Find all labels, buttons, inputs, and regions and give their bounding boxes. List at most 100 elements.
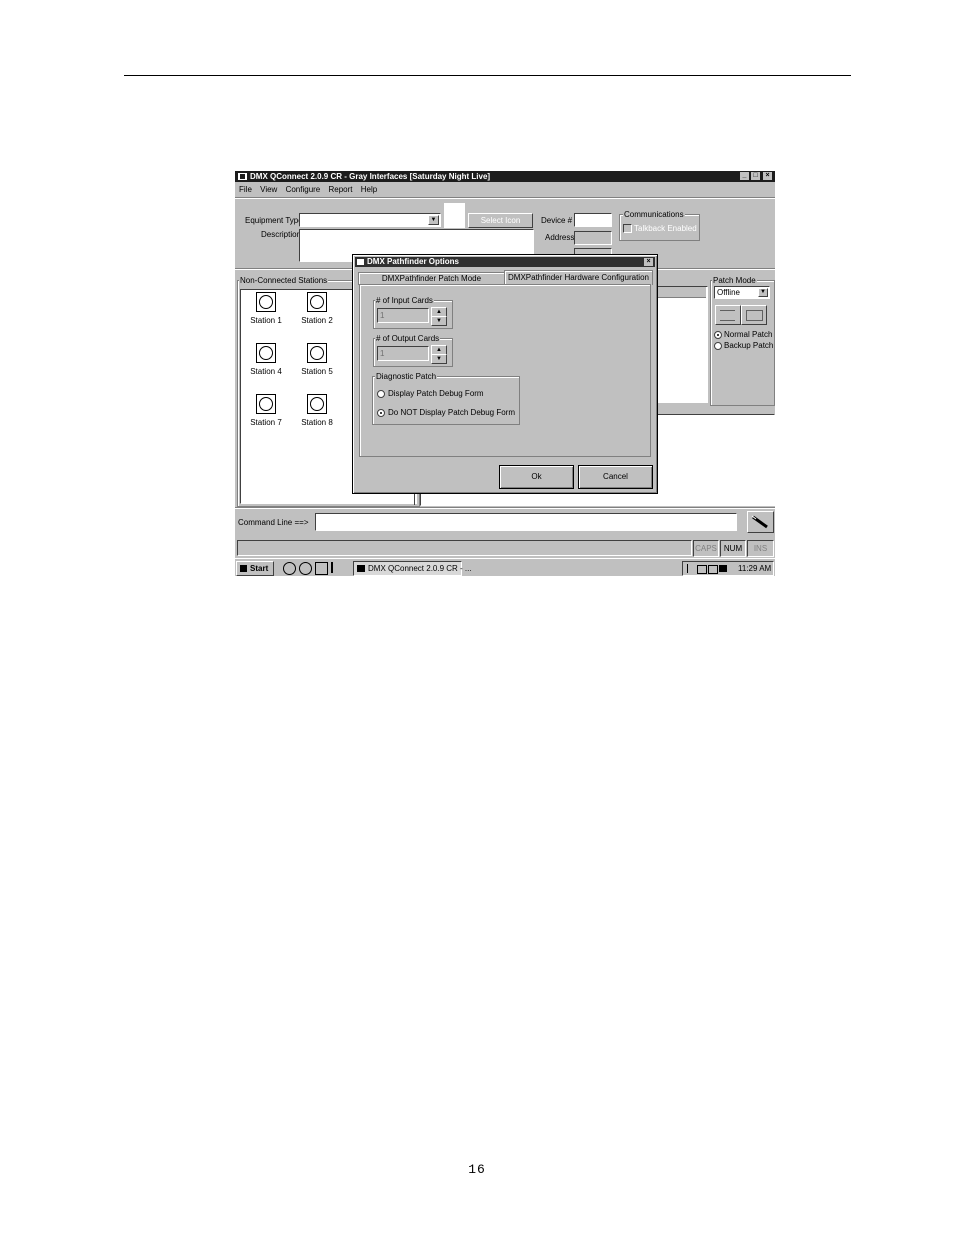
stations-title: Non-Connected Stations (239, 276, 329, 285)
display-debug-radio[interactable] (377, 390, 385, 398)
input-cards-down-icon[interactable]: ▼ (431, 316, 447, 326)
command-separator (235, 507, 775, 509)
station-item[interactable]: Station 4 (246, 343, 286, 376)
menu-file[interactable]: File (239, 185, 252, 194)
diagnostic-patch-group: Diagnostic Patch Display Patch Debug For… (372, 372, 520, 425)
station-label: Station 7 (250, 418, 282, 427)
station-icon (307, 394, 327, 414)
output-cards-down-icon[interactable]: ▼ (431, 354, 447, 364)
windows-logo-icon (240, 565, 247, 572)
station-icon (256, 394, 276, 414)
dialog-close-button[interactable]: × (644, 258, 653, 266)
station-label: Station 2 (301, 316, 333, 325)
maximize-button[interactable]: □ (751, 172, 760, 180)
caps-indicator: CAPS (693, 540, 719, 557)
internet-icon[interactable] (299, 562, 312, 575)
taskbar: Start DMX QConnect 2.0.9 CR - ... 11:29 … (235, 558, 775, 576)
monitor-icon[interactable] (719, 565, 727, 572)
address-label: Address (545, 233, 575, 242)
station-item[interactable]: Station 5 (297, 343, 337, 376)
station-icon (307, 292, 327, 312)
close-button[interactable]: × (763, 172, 772, 180)
minimize-button[interactable]: _ (740, 172, 749, 180)
station-label: Station 4 (250, 367, 282, 376)
channels-icon[interactable] (331, 562, 342, 573)
menu-view[interactable]: View (260, 185, 277, 194)
patch-mode-group: Patch Mode Offline ▼ Normal Patch Backup… (710, 276, 775, 406)
start-label: Start (250, 564, 269, 573)
status-message-panel (237, 540, 692, 556)
pathfinder-options-dialog: DMX Pathfinder Options × DMXPathfinder P… (352, 254, 658, 494)
patch-mode-select[interactable]: Offline ▼ (714, 286, 770, 299)
address-field[interactable] (574, 231, 612, 245)
command-line-label: Command Line ==> (238, 518, 309, 527)
table-icon (720, 310, 735, 321)
header-rule (124, 75, 851, 76)
talkback-checkbox[interactable] (623, 224, 632, 233)
wand-icon (751, 515, 768, 529)
station-item[interactable]: Station 1 (246, 292, 286, 325)
station-item[interactable]: Station 7 (246, 394, 286, 427)
start-button[interactable]: Start (236, 561, 274, 576)
clock: 11:29 AM (738, 564, 772, 573)
input-cards-group: # of Input Cards 1 ▲ ▼ (373, 296, 453, 329)
network-icon[interactable] (697, 565, 707, 574)
system-tray: 11:29 AM (682, 561, 774, 576)
input-cards-field[interactable]: 1 (377, 308, 429, 323)
app-icon (357, 565, 365, 572)
menu-separator (235, 197, 775, 199)
station-label: Station 1 (250, 316, 282, 325)
equipment-type-label: Equipment Type (245, 216, 303, 225)
equipment-type-select[interactable]: ▼ (299, 213, 441, 227)
station-item[interactable]: Station 2 (297, 292, 337, 325)
chevron-down-icon[interactable]: ▼ (758, 288, 768, 297)
hide-debug-label: Do NOT Display Patch Debug Form (388, 408, 516, 417)
hide-debug-radio[interactable] (377, 409, 385, 417)
menu-help[interactable]: Help (361, 185, 377, 194)
station-item[interactable]: Station 8 (297, 394, 337, 427)
ins-indicator: INS (747, 540, 774, 557)
dialog-app-icon (357, 259, 364, 265)
communications-group: Communications Talkback Enabled (619, 210, 700, 241)
dialog-tab-panel: # of Input Cards 1 ▲ ▼ # of Output Cards… (359, 284, 651, 457)
window-title: DMX QConnect 2.0.9 CR - Gray Interfaces … (250, 172, 491, 181)
splitter-handle[interactable] (414, 493, 421, 505)
output-cards-field[interactable]: 1 (377, 346, 429, 361)
patch-list[interactable] (653, 286, 708, 403)
input-cards-label: # of Input Cards (375, 296, 434, 305)
outlook-icon[interactable] (315, 562, 328, 575)
station-icon (256, 343, 276, 363)
taskbar-app-button[interactable]: DMX QConnect 2.0.9 CR - ... (353, 561, 472, 576)
printer-icon[interactable] (708, 565, 718, 574)
ok-button[interactable]: Ok (499, 465, 574, 489)
dialog-titlebar: DMX Pathfinder Options × (355, 257, 655, 267)
select-icon-button[interactable]: Select Icon (468, 213, 533, 228)
output-cards-group: # of Output Cards 1 ▲ ▼ (373, 334, 453, 367)
menu-configure[interactable]: Configure (286, 185, 321, 194)
execute-command-button[interactable] (747, 511, 774, 533)
device-number-field[interactable] (574, 213, 612, 227)
output-cards-label: # of Output Cards (375, 334, 441, 343)
backup-patch-radio[interactable] (714, 342, 722, 350)
menu-bar: File View Configure Report Help (239, 184, 383, 195)
patch-mode-value: Offline (717, 288, 740, 297)
chevron-down-icon[interactable]: ▼ (428, 215, 439, 225)
description-label: Description (261, 230, 302, 239)
tab-hardware-configuration[interactable]: DMXPathfinder Hardware Configuration (504, 270, 653, 285)
browser-icon[interactable] (283, 562, 296, 575)
command-line-input[interactable] (315, 513, 737, 531)
cancel-button[interactable]: Cancel (578, 465, 653, 489)
station-icon (307, 343, 327, 363)
patch-list-header (653, 287, 706, 298)
volume-icon[interactable] (687, 564, 694, 573)
patch-table-button[interactable] (715, 305, 741, 325)
taskbar-app-label: DMX QConnect 2.0.9 CR - ... (368, 564, 472, 573)
menu-report[interactable]: Report (328, 185, 352, 194)
display-debug-label: Display Patch Debug Form (388, 389, 484, 398)
window-titlebar: DMX QConnect 2.0.9 CR - Gray Interfaces … (235, 171, 775, 182)
normal-patch-radio[interactable] (714, 331, 722, 339)
station-icon (256, 292, 276, 312)
patch-edit-button[interactable] (741, 305, 767, 325)
num-indicator: NUM (720, 540, 746, 557)
device-label: Device # (541, 216, 573, 225)
